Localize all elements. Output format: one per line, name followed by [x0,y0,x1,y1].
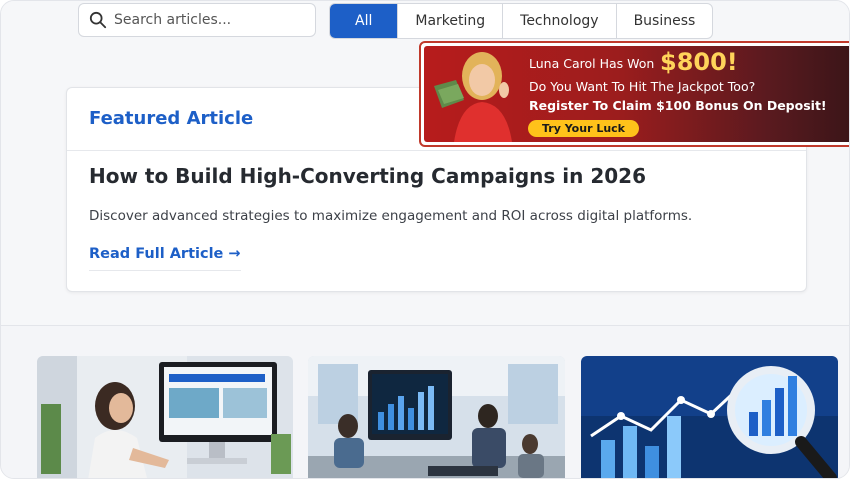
ad-winner-text: Luna Carol Has Won [529,56,655,71]
category-tabs: All Marketing Technology Business [329,3,714,39]
tab-technology[interactable]: Technology [503,4,617,38]
office-dashboard-image[interactable] [308,356,565,478]
ad-amount: $800! [660,48,738,76]
ad-bonus-text: Register To Claim $100 Bonus On Deposit! [529,98,827,113]
woman-at-computer-image[interactable] [37,356,293,478]
search-box[interactable] [78,3,316,37]
casino-ad-banner[interactable]: Luna Carol Has Won $800! Do You Want To … [419,41,849,147]
analytics-magnifier-image[interactable] [581,356,838,478]
ad-banner-body: Luna Carol Has Won $800! Do You Want To … [424,46,849,142]
try-your-luck-button[interactable]: Try Your Luck [528,120,639,137]
ad-question-text: Do You Want To Hit The Jackpot Too? [529,79,756,94]
search-input[interactable] [114,12,304,28]
article-thumbnails [1,326,849,478]
read-full-article-link[interactable]: Read Full Article → [89,246,241,271]
browser-frame: All Marketing Technology Business Featur… [0,0,850,479]
tab-business[interactable]: Business [617,4,713,38]
featured-label: Featured Article [89,108,254,129]
tab-marketing[interactable]: Marketing [398,4,504,38]
article-title[interactable]: How to Build High-Converting Campaigns i… [89,164,646,188]
tab-all[interactable]: All [330,4,399,38]
search-icon [89,11,107,29]
article-description: Discover advanced strategies to maximize… [89,208,693,224]
ad-woman-with-cash-image [434,52,512,142]
